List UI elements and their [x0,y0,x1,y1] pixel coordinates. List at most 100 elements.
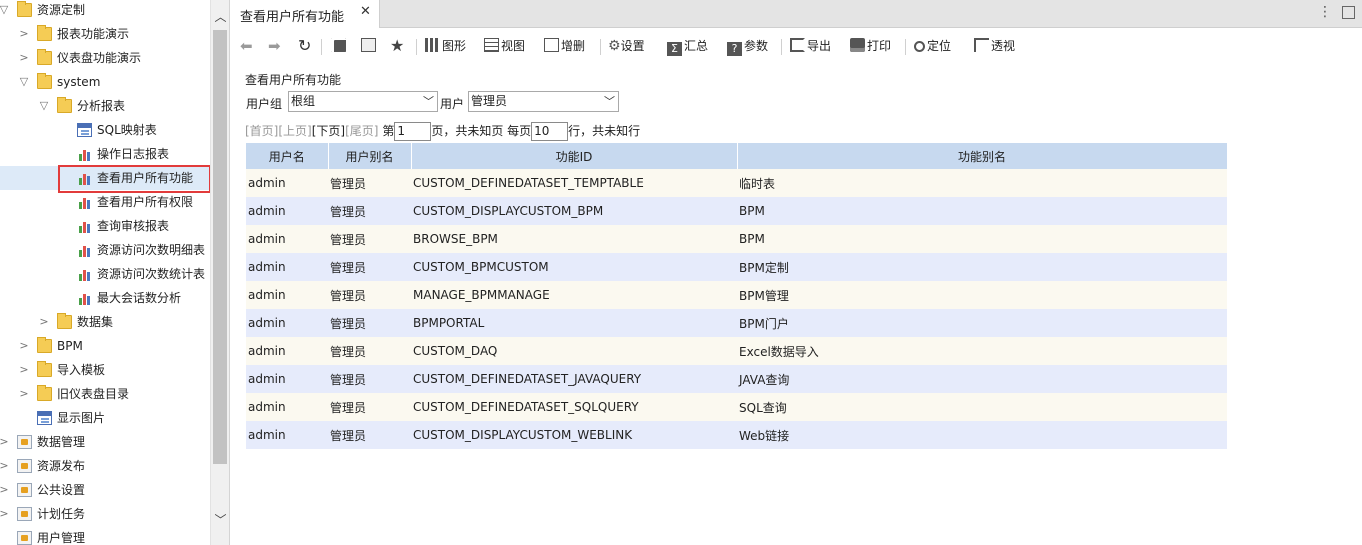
last-page-link[interactable]: [尾页] [345,124,378,138]
expand-arrow-icon[interactable]: > [0,478,10,502]
resource-tree: ▽ 资源定制 > 报表功能演示 > 仪表盘功能演示 ▽ system ▽ 分析报表 SQL映射表 操作… [0,0,210,545]
expand-arrow-icon[interactable]: > [38,310,50,334]
table-cell: admin [246,281,328,309]
table-cell: admin [246,337,328,365]
table-cell: 管理员 [328,337,411,365]
tree-node-label: system [57,75,101,89]
expand-arrow-icon[interactable]: > [18,358,30,382]
scrollbar-thumb[interactable] [213,30,227,464]
table-cell: CUSTOM_DEFINEDATASET_TEMPTABLE [411,169,737,197]
tree-node[interactable]: > 导入模板 [0,358,210,382]
tree-node[interactable]: > 计划任务 [0,502,210,526]
tree-node[interactable]: 查看用户所有权限 [0,190,210,214]
prev-page-link[interactable]: [上页] [278,124,311,138]
refresh-icon[interactable]: ↻ [298,37,311,55]
user-select[interactable]: 管理员 ﹀ [468,91,619,112]
add-delete-button[interactable]: 增删 [544,37,585,55]
tree-scrollbar[interactable]: ︿ ﹀ [210,0,229,545]
settings-button[interactable]: ⚙设置 [608,37,645,55]
bar-chart-icon [425,38,440,52]
table-row: admin 管理员 CUSTOM_DEFINEDATASET_TEMPTABLE 临时… [246,169,1227,197]
summary-button[interactable]: Σ 汇总 [667,37,708,56]
table-cell: admin [246,309,328,337]
close-icon[interactable]: ✕ [360,4,371,19]
view-button[interactable]: 视图 [484,37,525,55]
expand-arrow-icon[interactable]: > [18,382,30,406]
tree-node[interactable]: 操作日志报表 [0,142,210,166]
collapse-arrow-icon[interactable]: ▽ [18,70,30,94]
selected-item-highlight [58,165,211,193]
first-page-link[interactable]: [首页] [245,124,278,138]
tree-node[interactable]: > 旧仪表盘目录 [0,382,210,406]
table-row: admin 管理员 CUSTOM_BPMCUSTOM BPM定制 [246,253,1227,281]
tree-node[interactable]: 资源访问次数明细表 [0,238,210,262]
table-cell: admin [246,169,328,197]
chart-report-icon [77,195,92,209]
table-cell: JAVA查询 [737,365,1227,393]
params-button[interactable]: ? 参数 [727,37,768,56]
print-button[interactable]: 打印 [850,37,891,55]
table-cell: 管理员 [328,281,411,309]
expand-arrow-icon[interactable]: > [18,334,30,358]
more-options-icon[interactable]: ⋮ [1318,4,1332,20]
tab-view-user-functions[interactable]: 查看用户所有功能 ✕ [230,0,380,28]
table-row: admin 管理员 CUSTOM_DEFINEDATASET_JAVAQUERY JA… [246,365,1227,393]
chart-button[interactable]: 图形 [425,37,466,55]
tree-node[interactable]: 最大会话数分析 [0,286,210,310]
tree-node[interactable]: > 公共设置 [0,478,210,502]
table-cell: admin [246,225,328,253]
next-page-link[interactable]: [下页] [312,124,345,138]
scroll-up-icon[interactable]: ︿ [211,8,229,26]
help-icon: ? [727,42,742,56]
tree-node[interactable]: > BPM [0,334,210,358]
expand-arrow-icon[interactable]: > [0,502,10,526]
table-cell: MANAGE_BPMMANAGE [411,281,737,309]
tree-node[interactable]: 用户管理 [0,526,210,545]
tree-node[interactable]: SQL映射表 [0,118,210,142]
expand-arrow-icon[interactable]: > [0,430,10,454]
pivot-button[interactable]: 透视 [974,37,1015,55]
save-icon[interactable] [331,37,348,55]
tree-node[interactable]: 查询审核报表 [0,214,210,238]
tree-node[interactable]: > 报表功能演示 [0,22,210,46]
tree-node[interactable]: > 数据管理 [0,430,210,454]
maximize-icon[interactable] [1342,6,1355,19]
table-cell: BPMPORTAL [411,309,737,337]
expand-arrow-icon[interactable]: > [0,454,10,478]
table-cell: admin [246,253,328,281]
forward-icon[interactable]: ➡ [268,37,281,55]
table-cell: admin [246,197,328,225]
table-row: admin 管理员 CUSTOM_DAQ Excel数据导入 [246,337,1227,365]
table-cell: SQL查询 [737,393,1227,421]
user-group-select[interactable]: 根组 ﹀ [288,91,438,112]
tree-node[interactable]: > 资源发布 [0,454,210,478]
locate-button[interactable]: 定位 [914,37,951,55]
table-cell: admin [246,393,328,421]
collapse-arrow-icon[interactable]: ▽ [38,94,50,118]
expand-arrow-icon[interactable]: > [18,22,30,46]
table-cell: CUSTOM_DISPLAYCUSTOM_BPM [411,197,737,225]
expand-arrow-icon[interactable]: > [18,46,30,70]
publish-icon [17,459,32,473]
chevron-down-icon: ﹀ [604,95,615,108]
tree-node-label: 最大会话数分析 [97,291,182,305]
favorite-icon[interactable]: ★ [390,37,404,55]
collapse-arrow-icon[interactable]: ▽ [0,0,10,22]
table-row: admin 管理员 CUSTOM_DEFINEDATASET_SQLQUERY SQL… [246,393,1227,421]
tree-node[interactable]: ▽ 分析报表 [0,94,210,118]
tree-node[interactable]: 显示图片 [0,406,210,430]
tree-node[interactable]: 资源访问次数统计表 [0,262,210,286]
tree-node[interactable]: ▽ 资源定制 [0,0,210,22]
chart-report-icon [77,291,92,305]
table-cell: 管理员 [328,169,411,197]
tree-node[interactable]: > 数据集 [0,310,210,334]
tree-node[interactable]: > 仪表盘功能演示 [0,46,210,70]
save-as-icon[interactable] [361,37,378,55]
table-cell: 管理员 [328,197,411,225]
back-icon[interactable]: ⬅ [240,37,253,55]
rows-per-page-input[interactable]: 10 [531,122,569,141]
export-button[interactable]: 导出 [790,37,831,55]
tree-node[interactable]: ▽ system [0,70,210,94]
scroll-down-icon[interactable]: ﹀ [211,511,229,529]
page-number-input[interactable]: 1 [394,122,432,141]
